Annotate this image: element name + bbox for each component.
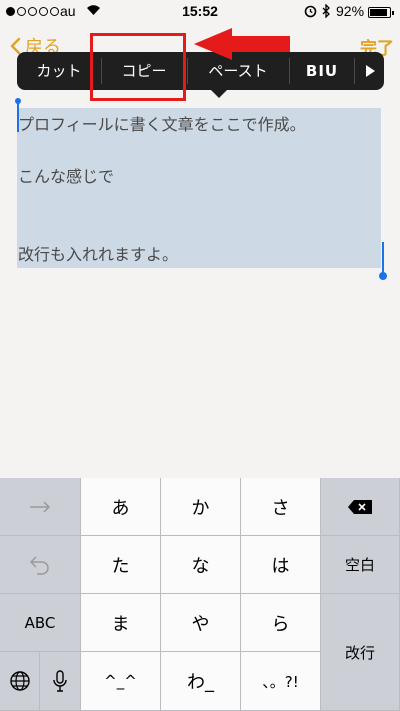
- globe-icon: [9, 671, 30, 691]
- more-menu-button[interactable]: [355, 52, 384, 90]
- space-key[interactable]: 空白: [321, 536, 400, 594]
- bluetooth-icon: [322, 4, 330, 18]
- note-line: [18, 138, 378, 164]
- kana-key-ra[interactable]: ら: [241, 594, 321, 652]
- arrow-right-key[interactable]: [0, 478, 81, 536]
- battery-icon: [368, 7, 394, 18]
- note-line: こんな感じで: [18, 167, 115, 186]
- annotation-arrow-icon: [194, 28, 290, 60]
- globe-key[interactable]: [0, 652, 40, 711]
- kana-key-ha[interactable]: は: [241, 536, 321, 594]
- kana-key-na[interactable]: な: [161, 536, 241, 594]
- undo-key[interactable]: [0, 536, 81, 594]
- microphone-icon: [53, 670, 67, 692]
- play-right-icon: [365, 65, 375, 77]
- abc-key[interactable]: ABC: [0, 594, 81, 652]
- japanese-keyboard: ABC あ か さ た な は ま や ら ^_^ わ_ 、。?! 空白 改行: [0, 478, 400, 711]
- arrow-right-icon: [30, 500, 51, 513]
- note-line: [18, 190, 378, 216]
- note-text[interactable]: プロフィールに書く文章をここで作成。 こんな感じで 改行も入れれますよ。: [18, 112, 378, 268]
- delete-key[interactable]: [321, 478, 400, 536]
- selection-start-handle[interactable]: [15, 98, 21, 134]
- microphone-key[interactable]: [40, 652, 81, 711]
- menu-pointer: [210, 89, 228, 98]
- alarm-icon: [304, 5, 317, 18]
- highlight-box: [90, 33, 186, 101]
- backspace-icon: [348, 499, 372, 514]
- return-key[interactable]: 改行: [321, 594, 400, 711]
- note-line: [18, 216, 378, 242]
- note-line: プロフィールに書く文章をここで作成。: [18, 115, 306, 134]
- kana-key-ya[interactable]: や: [161, 594, 241, 652]
- kana-key-ma[interactable]: ま: [81, 594, 161, 652]
- note-line: 改行も入れれますよ。: [18, 245, 179, 264]
- format-menu-item[interactable]: BIU: [290, 52, 354, 90]
- battery-percentage: 92%: [336, 3, 365, 19]
- kana-key-ta[interactable]: た: [81, 536, 161, 594]
- kana-key-sa[interactable]: さ: [241, 478, 321, 536]
- cut-menu-item[interactable]: カット: [17, 52, 101, 90]
- emoticon-key[interactable]: ^_^: [81, 652, 161, 711]
- kana-key-wa[interactable]: わ_: [161, 652, 241, 711]
- punctuation-key[interactable]: 、。?!: [241, 652, 321, 711]
- kana-key-a[interactable]: あ: [81, 478, 161, 536]
- undo-icon: [29, 555, 49, 575]
- selection-end-handle[interactable]: [379, 242, 387, 282]
- kana-key-ka[interactable]: か: [161, 478, 241, 536]
- status-bar: au 15:52 92%: [0, 0, 400, 24]
